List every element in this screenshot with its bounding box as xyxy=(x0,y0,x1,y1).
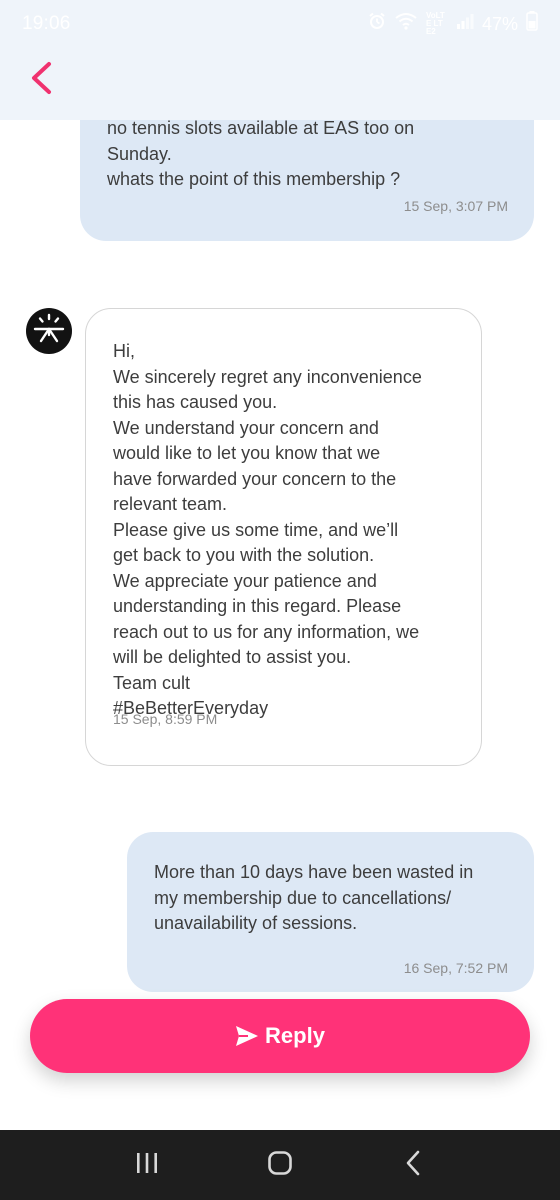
recent-apps-button[interactable] xyxy=(122,1140,172,1190)
signal-icon xyxy=(456,12,474,36)
message-line: We appreciate your patience and xyxy=(113,570,377,591)
app-header xyxy=(0,48,560,120)
message-line: relevant team. xyxy=(113,494,228,514)
message-line: Sunday. xyxy=(107,143,172,164)
alarm-icon xyxy=(368,12,386,36)
back-icon xyxy=(403,1150,423,1181)
system-back-button[interactable] xyxy=(388,1140,438,1190)
message-line: whats the point of this membership ? xyxy=(107,169,401,189)
message-line: this has caused you. xyxy=(113,392,278,412)
message-line: reach out to us for any information, we xyxy=(113,621,420,642)
message-line: We understand your concern and xyxy=(113,417,379,438)
chat-thread[interactable]: no tennis slots available at EAS too on … xyxy=(0,120,560,1130)
message-bubble-user: no tennis slots available at EAS too on … xyxy=(80,120,534,241)
message-line: will be delighted to assist you. xyxy=(113,647,352,667)
message-bubble-support: Hi, We sincerely regret any inconvenienc… xyxy=(85,308,482,766)
message-timestamp: 16 Sep, 7:52 PM xyxy=(403,960,508,976)
back-button[interactable] xyxy=(22,60,62,100)
message-line: get back to you with the solution. xyxy=(113,545,375,565)
chevron-left-icon xyxy=(29,61,55,100)
send-icon xyxy=(235,1025,259,1047)
cult-logo-icon xyxy=(32,312,66,351)
home-icon xyxy=(267,1150,293,1181)
system-nav-bar xyxy=(0,1130,560,1200)
message-line: Team cult xyxy=(113,672,191,693)
message-line: Please give us some time, and we’ll xyxy=(113,519,399,540)
message-line: no tennis slots available at EAS too on xyxy=(107,120,415,138)
battery-icon xyxy=(526,11,538,37)
network-type: VoLTE LTE2 xyxy=(425,11,445,36)
message-line: More than 10 days have been wasted in xyxy=(154,862,474,882)
message-text: Hi, We sincerely regret any inconvenienc… xyxy=(113,339,422,722)
message-line: unavailability of sessions. xyxy=(154,913,358,933)
message-line: have forwarded your concern to the xyxy=(113,468,397,489)
status-bar: 19:06 VoLTE LTE2 47% xyxy=(0,0,560,48)
message-line: my membership due to cancellations/ xyxy=(154,887,452,908)
message-line: We sincerely regret any inconvenience xyxy=(113,366,422,387)
status-right: VoLTE LTE2 47% xyxy=(368,11,538,37)
reply-button[interactable]: Reply xyxy=(30,999,530,1073)
home-button[interactable] xyxy=(255,1140,305,1190)
battery-percent: 47% xyxy=(481,13,518,34)
message-line: understanding in this regard. Please xyxy=(113,596,402,616)
message-timestamp: 15 Sep, 3:07 PM xyxy=(403,198,508,214)
message-line: Hi, xyxy=(113,341,135,361)
status-time: 19:06 xyxy=(22,13,71,34)
support-avatar xyxy=(26,308,72,354)
message-text: no tennis slots available at EAS too on … xyxy=(107,120,414,193)
status-left: 19:06 xyxy=(22,13,71,35)
wifi-icon xyxy=(394,12,418,36)
recent-apps-icon xyxy=(134,1151,160,1180)
message-bubble-user: More than 10 days have been wasted in my… xyxy=(127,832,534,992)
message-text: More than 10 days have been wasted in my… xyxy=(154,860,473,937)
message-timestamp: 15 Sep, 8:59 PM xyxy=(113,711,218,727)
message-line: would like to let you know that we xyxy=(113,443,381,463)
reply-label: Reply xyxy=(265,1023,325,1048)
